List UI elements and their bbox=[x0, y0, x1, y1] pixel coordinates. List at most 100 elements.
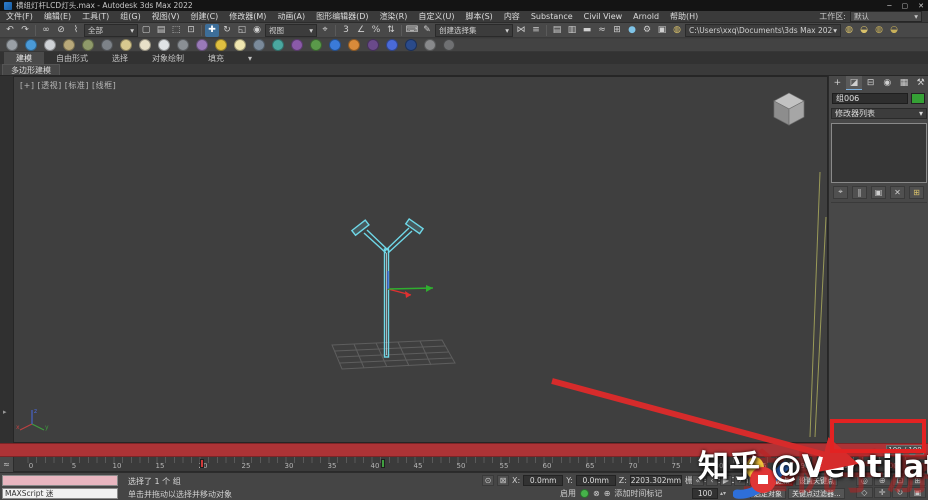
menu-item[interactable]: Civil View bbox=[584, 12, 623, 21]
ribbon-tab-modeling[interactable]: 建模 bbox=[4, 52, 44, 64]
remove-modifier-icon[interactable]: ✕ bbox=[890, 185, 905, 199]
project-folder-dropdown[interactable]: C:\Users\xxq\Documents\3ds Max 2022 ▾ bbox=[685, 23, 841, 37]
workspace-dropdown[interactable]: 默认 ▾ bbox=[850, 11, 922, 22]
window-crossing-icon[interactable]: ⊡ bbox=[184, 24, 198, 37]
utilities-tab-icon[interactable]: ⚒ bbox=[912, 76, 928, 90]
menu-item[interactable]: 文件(F) bbox=[6, 11, 33, 22]
select-object-icon[interactable]: ▢ bbox=[139, 24, 153, 37]
named-selection-sets-dropdown[interactable]: 创建选择集 ▾ bbox=[435, 23, 513, 37]
keyframe-marker[interactable] bbox=[200, 459, 204, 468]
object-name-field[interactable]: 组006 bbox=[832, 93, 908, 104]
menu-item[interactable]: 创建(C) bbox=[190, 11, 218, 22]
custom-toolbar-icon[interactable] bbox=[44, 39, 56, 51]
object-color-swatch[interactable] bbox=[911, 93, 925, 104]
selection-filter-dropdown[interactable]: 全部 ▾ bbox=[84, 23, 138, 37]
maxscript-mini-listener-field[interactable]: MAXScript 迷 bbox=[2, 488, 118, 499]
menu-item[interactable]: 帮助(H) bbox=[670, 11, 698, 22]
field-of-view-icon[interactable]: ◇ bbox=[856, 487, 873, 498]
custom-toolbar-icon[interactable] bbox=[63, 39, 75, 51]
custom-toolbar-icon[interactable] bbox=[272, 39, 284, 51]
custom-toolbar-icon[interactable] bbox=[386, 39, 398, 51]
keyboard-override-icon[interactable]: ⌨ bbox=[405, 24, 419, 37]
undo-icon[interactable]: ↶ bbox=[3, 24, 17, 37]
menu-item[interactable]: 修改器(M) bbox=[229, 11, 266, 22]
menu-item[interactable]: 内容 bbox=[504, 11, 520, 22]
curve-editor-icon[interactable]: ≈ bbox=[595, 24, 609, 37]
custom-toolbar-icon[interactable] bbox=[348, 39, 360, 51]
dock-expand-icon[interactable]: ▸ bbox=[3, 408, 7, 416]
mirror-icon[interactable]: ⋈ bbox=[514, 24, 528, 37]
render-frame-window-icon[interactable]: ▣ bbox=[655, 24, 669, 37]
maximize-viewport-icon[interactable]: ▣ bbox=[909, 487, 926, 498]
select-and-move-icon[interactable]: ✚ bbox=[205, 23, 219, 37]
scene-explorer-icon[interactable]: ▥ bbox=[565, 24, 579, 37]
ribbon-tab-selection[interactable]: 选择 bbox=[100, 52, 140, 64]
render-setup-icon[interactable]: ⚙ bbox=[640, 24, 654, 37]
custom-toolbar-icon[interactable] bbox=[253, 39, 265, 51]
z-coordinate-field[interactable]: 2203.302mm bbox=[629, 475, 682, 486]
custom-toolbar-icon[interactable] bbox=[6, 39, 18, 51]
render-preset-1-icon[interactable]: ◍ bbox=[842, 24, 856, 37]
redo-icon[interactable]: ↷ bbox=[18, 24, 32, 37]
custom-toolbar-icon[interactable] bbox=[234, 39, 246, 51]
modify-tab-icon[interactable]: ◪ bbox=[845, 76, 863, 90]
zoom-extents-all-icon[interactable]: ⊞ bbox=[909, 475, 926, 486]
custom-toolbar-icon[interactable] bbox=[177, 39, 189, 51]
set-key-button[interactable]: 设置关键点 bbox=[795, 475, 838, 486]
make-unique-icon[interactable]: ▣ bbox=[871, 185, 886, 199]
selection-region-icon[interactable]: ⬚ bbox=[169, 24, 183, 37]
custom-toolbar-icon[interactable] bbox=[405, 39, 417, 51]
unlink-icon[interactable]: ⊘ bbox=[54, 24, 68, 37]
render-preset-2-icon[interactable]: ◒ bbox=[857, 24, 871, 37]
current-frame-field[interactable]: 100 bbox=[692, 488, 718, 499]
snap-toggle-icon[interactable]: 3 bbox=[339, 24, 353, 37]
menu-item[interactable]: 工具(T) bbox=[82, 11, 109, 22]
key-filters-button[interactable]: 关键点过滤器... bbox=[788, 488, 845, 499]
custom-toolbar-icon[interactable] bbox=[291, 39, 303, 51]
auto-key-button[interactable]: 自动关键点 bbox=[750, 475, 793, 486]
menu-item[interactable]: Arnold bbox=[633, 12, 659, 21]
layer-manager-icon[interactable]: ▤ bbox=[550, 24, 564, 37]
create-tab-icon[interactable]: + bbox=[829, 76, 846, 90]
menu-item[interactable]: 动画(A) bbox=[277, 11, 305, 22]
maximize-button[interactable]: ▢ bbox=[902, 2, 909, 10]
custom-toolbar-icon[interactable] bbox=[215, 39, 227, 51]
custom-toolbar-icon[interactable] bbox=[196, 39, 208, 51]
perspective-viewport[interactable]: [+] [透视] [标准] [线框] x y z bbox=[13, 76, 828, 443]
custom-toolbar-icon[interactable] bbox=[25, 39, 37, 51]
ribbon-options-icon[interactable]: ▾ bbox=[236, 52, 264, 64]
render-production-icon[interactable]: ◍ bbox=[670, 24, 684, 37]
keyframe-marker[interactable] bbox=[380, 459, 385, 468]
custom-toolbar-icon[interactable] bbox=[139, 39, 151, 51]
zoom-extents-icon[interactable]: ⊡ bbox=[891, 475, 909, 486]
disable-icon[interactable]: ⊗ bbox=[593, 489, 600, 498]
spinner-snap-icon[interactable]: ⇅ bbox=[384, 24, 398, 37]
custom-toolbar-icon[interactable] bbox=[120, 39, 132, 51]
select-and-rotate-icon[interactable]: ↻ bbox=[220, 24, 234, 37]
render-preset-4-icon[interactable]: ◒ bbox=[887, 24, 901, 37]
custom-toolbar-icon[interactable] bbox=[329, 39, 341, 51]
menu-item[interactable]: 自定义(U) bbox=[418, 11, 454, 22]
play-animation-icon[interactable]: ▶ bbox=[720, 475, 732, 486]
schematic-view-icon[interactable]: ⊞ bbox=[610, 24, 624, 37]
select-by-name-icon[interactable]: ▤ bbox=[154, 24, 168, 37]
align-icon[interactable]: ≡ bbox=[529, 24, 543, 37]
next-frame-icon[interactable]: › bbox=[734, 475, 746, 486]
previous-frame-icon[interactable]: ‹ bbox=[706, 475, 718, 486]
menu-item[interactable]: 组(G) bbox=[120, 11, 140, 22]
track-bar[interactable]: ≈ 05101520253035404550556065707580859095… bbox=[0, 457, 928, 472]
select-and-scale-icon[interactable]: ◱ bbox=[235, 24, 249, 37]
use-pivot-center-icon[interactable]: ⌖ bbox=[318, 24, 332, 37]
time-slider-handle[interactable]: 100 / 100 bbox=[886, 445, 924, 455]
modifier-stack-list[interactable] bbox=[831, 123, 927, 183]
menu-item[interactable]: Substance bbox=[531, 12, 573, 21]
zoom-all-icon[interactable]: ⊕ bbox=[873, 475, 891, 486]
ribbon-tab-freeform[interactable]: 自由形式 bbox=[44, 52, 100, 64]
select-and-place-icon[interactable]: ◉ bbox=[250, 24, 264, 37]
custom-toolbar-icon[interactable] bbox=[158, 39, 170, 51]
percent-snap-icon[interactable]: % bbox=[369, 24, 383, 37]
material-editor-icon[interactable]: ● bbox=[625, 24, 639, 37]
select-link-icon[interactable]: ∞ bbox=[39, 24, 53, 37]
render-preset-3-icon[interactable]: ◍ bbox=[872, 24, 886, 37]
maxscript-macro-recorder-field[interactable] bbox=[2, 475, 118, 486]
